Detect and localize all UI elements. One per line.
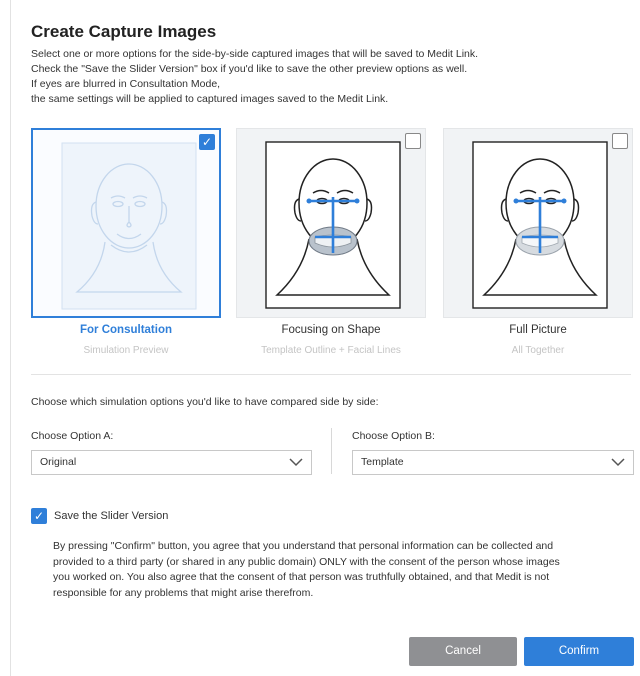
card-checkbox[interactable] xyxy=(612,133,628,149)
options-separator xyxy=(331,428,332,474)
intro-line: If eyes are blurred in Consultation Mode… xyxy=(31,78,221,90)
card-sublabel: Simulation Preview xyxy=(83,345,169,356)
face-template-lines-icon xyxy=(265,141,401,309)
card-label: For Consultation xyxy=(80,324,172,336)
intro-line: Check the "Save the Slider Version" box … xyxy=(31,63,468,75)
card-checkbox[interactable] xyxy=(405,133,421,149)
cancel-button[interactable]: Cancel xyxy=(409,637,517,666)
consent-line: responsible for any problems that might … xyxy=(53,586,314,599)
card-focusing-on-shape[interactable] xyxy=(236,128,426,318)
consent-line: provided to a third party (or shared in … xyxy=(53,555,560,568)
chevron-down-icon xyxy=(289,458,303,467)
face-full-picture-icon xyxy=(472,141,608,309)
option-a-value: Original xyxy=(40,456,77,468)
card-full-picture[interactable] xyxy=(443,128,633,318)
intro-line: the same settings will be applied to cap… xyxy=(31,93,389,105)
comparison-prompt: Choose which simulation options you'd li… xyxy=(31,396,379,408)
card-for-consultation[interactable]: ✓ xyxy=(31,128,221,318)
option-a-select[interactable]: Original xyxy=(31,450,312,475)
confirm-button[interactable]: Confirm xyxy=(524,637,634,666)
intro-line: Select one or more options for the side-… xyxy=(31,48,479,60)
face-outline-icon xyxy=(61,142,197,310)
save-slider-label: Save the Slider Version xyxy=(54,510,169,522)
consent-line: you worked on. You also agree that the c… xyxy=(53,571,550,583)
card-label: Focusing on Shape xyxy=(281,324,381,336)
section-divider xyxy=(31,374,631,375)
checkmark-icon: ✓ xyxy=(33,509,45,523)
dialog-title: Create Capture Images xyxy=(31,22,217,41)
intro-text: Select one or more options for the side-… xyxy=(31,47,631,107)
checkmark-icon: ✓ xyxy=(201,135,213,149)
option-b-value: Template xyxy=(361,456,404,468)
card-label: Full Picture xyxy=(509,324,567,336)
card-sublabel: Template Outline + Facial Lines xyxy=(261,345,401,356)
card-sublabel: All Together xyxy=(511,345,565,356)
consent-text: By pressing "Confirm" button, you agree … xyxy=(53,539,635,601)
save-slider-checkbox[interactable]: ✓ xyxy=(31,508,47,524)
chevron-down-icon xyxy=(611,458,625,467)
card-checkbox[interactable]: ✓ xyxy=(199,134,215,150)
create-capture-images-dialog: Create Capture Images Select one or more… xyxy=(10,0,640,676)
option-a-label: Choose Option A: xyxy=(31,430,114,442)
option-b-select[interactable]: Template xyxy=(352,450,634,475)
option-b-label: Choose Option B: xyxy=(352,430,435,442)
consent-line: By pressing "Confirm" button, you agree … xyxy=(53,540,554,552)
